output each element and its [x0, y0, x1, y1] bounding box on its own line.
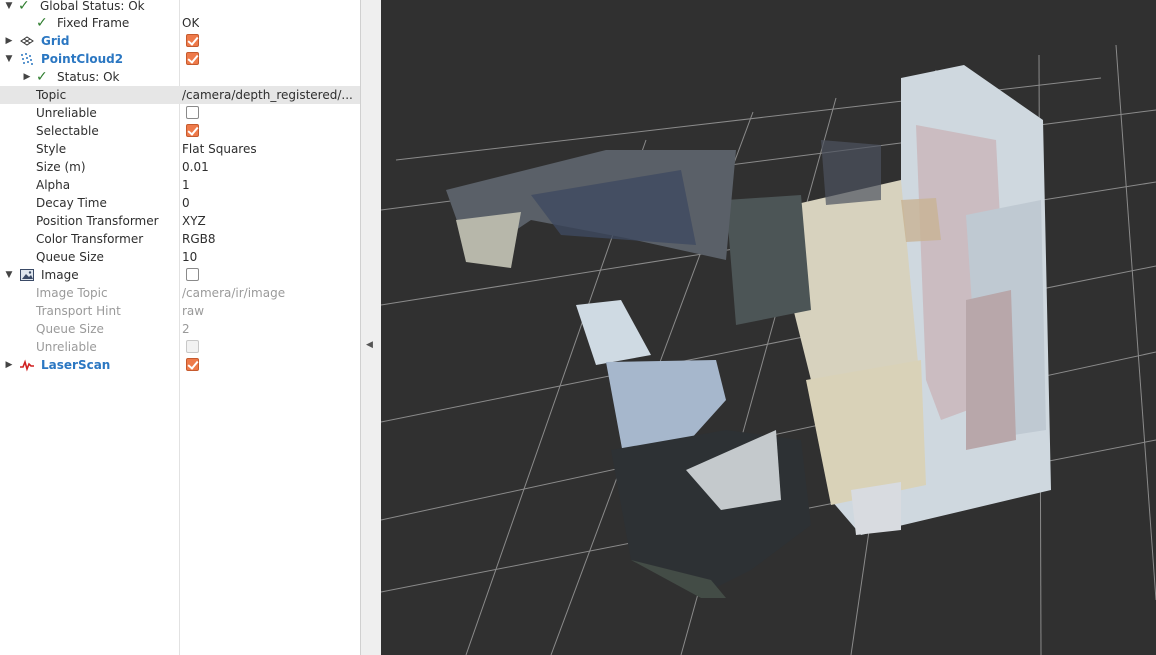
- property-row-selectable[interactable]: Selectable: [0, 122, 360, 140]
- tree-row-laserscan[interactable]: ▶ LaserScan: [0, 356, 360, 374]
- tree-row-pointcloud2-status[interactable]: ▶ ✓ Status: Ok: [0, 68, 360, 86]
- triangle-left-icon[interactable]: ◀: [366, 340, 373, 350]
- property-value[interactable]: 2: [182, 320, 190, 338]
- property-row-image-unreliable[interactable]: Unreliable: [0, 338, 360, 356]
- checkmark-icon: ✓: [36, 69, 48, 85]
- property-value[interactable]: 1: [182, 176, 190, 194]
- point-cloud: [446, 65, 1051, 598]
- property-label: Queue Size: [36, 250, 104, 264]
- property-value[interactable]: Flat Squares: [182, 140, 257, 158]
- image-enabled-checkbox[interactable]: [186, 268, 199, 281]
- tree-row-fixed-frame[interactable]: ✓ Fixed Frame OK: [0, 14, 360, 32]
- laserscan-enabled-checkbox[interactable]: [186, 358, 199, 371]
- pointcloud2-label: PointCloud2: [41, 52, 124, 66]
- image-unreliable-checkbox[interactable]: [186, 340, 199, 353]
- pointcloud2-enabled-checkbox[interactable]: [186, 52, 199, 65]
- image-icon: [20, 269, 34, 281]
- expand-arrow-icon[interactable]: ▶: [22, 68, 32, 86]
- property-label: Alpha: [36, 178, 71, 192]
- property-value[interactable]: 10: [182, 248, 197, 266]
- image-label: Image: [41, 268, 79, 282]
- collapse-arrow-icon[interactable]: ▼: [4, 266, 14, 284]
- property-label: Unreliable: [36, 106, 97, 120]
- checkmark-icon: ✓: [36, 15, 48, 31]
- unreliable-checkbox[interactable]: [186, 106, 199, 119]
- selectable-checkbox[interactable]: [186, 124, 199, 137]
- checkmark-icon: ✓: [18, 0, 30, 14]
- fixed-frame-value: OK: [182, 16, 200, 30]
- property-value[interactable]: raw: [182, 302, 204, 320]
- collapse-arrow-icon[interactable]: ▼: [4, 50, 14, 68]
- property-label: Style: [36, 142, 67, 156]
- status-label: Status: Ok: [57, 70, 120, 84]
- property-label: Color Transformer: [36, 232, 144, 246]
- 3d-viewport[interactable]: [381, 0, 1156, 655]
- grid-label: Grid: [41, 34, 70, 48]
- global-status-label: Global Status: Ok: [40, 0, 145, 13]
- property-row-decay-time[interactable]: Decay Time 0: [0, 194, 360, 212]
- property-value[interactable]: 0: [182, 194, 190, 212]
- property-row-unreliable[interactable]: Unreliable: [0, 104, 360, 122]
- panel-splitter[interactable]: ◀: [361, 0, 382, 655]
- grid-enabled-checkbox[interactable]: [186, 34, 199, 47]
- viewport-scene: [381, 44, 1156, 655]
- tree-row-global-status[interactable]: ▼ ✓ Global Status: Ok: [0, 0, 360, 15]
- tree-row-pointcloud2[interactable]: ▼ PointCloud2: [0, 50, 360, 68]
- property-row-position-transformer[interactable]: Position Transformer XYZ: [0, 212, 360, 230]
- property-value[interactable]: XYZ: [182, 212, 206, 230]
- property-label: Position Transformer: [36, 214, 159, 228]
- property-row-image-topic[interactable]: Image Topic /camera/ir/image: [0, 284, 360, 302]
- property-label: Queue Size: [36, 322, 104, 336]
- property-label: Decay Time: [36, 196, 107, 210]
- property-label: Image Topic: [36, 286, 108, 300]
- expand-arrow-icon[interactable]: ▶: [4, 356, 14, 374]
- property-value[interactable]: /camera/depth_registered/...: [182, 86, 353, 104]
- collapse-arrow-icon[interactable]: ▼: [4, 0, 14, 15]
- property-label: Size (m): [36, 160, 86, 174]
- property-label: Selectable: [36, 124, 99, 138]
- pointcloud-icon: [21, 53, 33, 65]
- property-value[interactable]: 0.01: [182, 158, 209, 176]
- property-label: Topic: [36, 88, 67, 102]
- laserscan-icon: [20, 359, 34, 372]
- expand-arrow-icon[interactable]: ▶: [4, 32, 14, 50]
- property-row-image-queue-size[interactable]: Queue Size 2: [0, 320, 360, 338]
- property-row-size[interactable]: Size (m) 0.01: [0, 158, 360, 176]
- property-row-transport-hint[interactable]: Transport Hint raw: [0, 302, 360, 320]
- fixed-frame-label: Fixed Frame: [57, 16, 130, 30]
- property-value[interactable]: /camera/ir/image: [182, 284, 285, 302]
- tree-row-image[interactable]: ▼ Image: [0, 266, 360, 284]
- property-value[interactable]: RGB8: [182, 230, 216, 248]
- property-row-queue-size[interactable]: Queue Size 10: [0, 248, 360, 266]
- property-row-color-transformer[interactable]: Color Transformer RGB8: [0, 230, 360, 248]
- property-row-alpha[interactable]: Alpha 1: [0, 176, 360, 194]
- displays-panel: ▼ ✓ Global Status: Ok ✓ Fixed Frame OK ▶…: [0, 0, 361, 655]
- property-row-style[interactable]: Style Flat Squares: [0, 140, 360, 158]
- property-label: Transport Hint: [36, 304, 121, 318]
- tree-row-grid[interactable]: ▶ Grid: [0, 32, 360, 50]
- grid-icon: [20, 36, 34, 46]
- property-label: Unreliable: [36, 340, 97, 354]
- laserscan-label: LaserScan: [41, 358, 111, 372]
- property-row-topic[interactable]: Topic /camera/depth_registered/...: [0, 86, 360, 104]
